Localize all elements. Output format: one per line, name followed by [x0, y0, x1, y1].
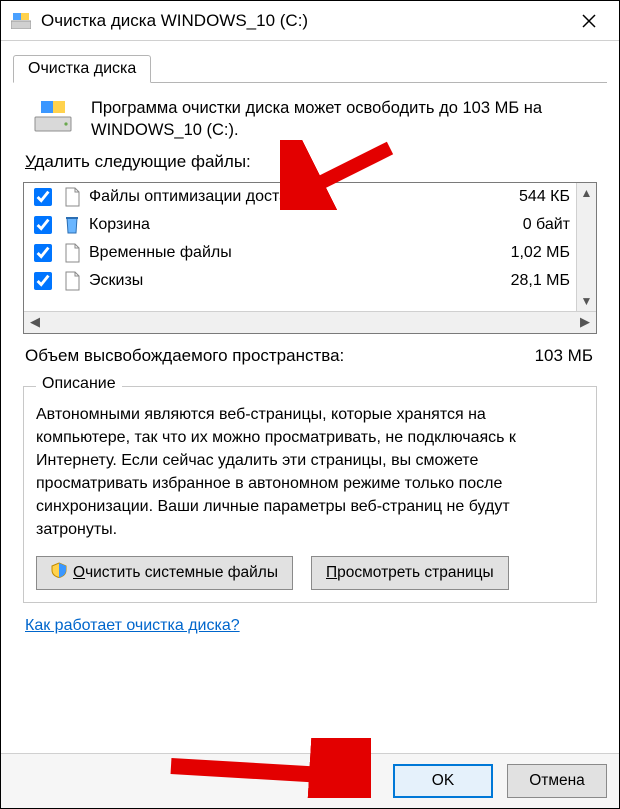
client-area: Очистка диска Программа очистки диска мо…	[1, 41, 619, 808]
shield-icon	[51, 562, 67, 583]
file-row[interactable]: Эскизы 28,1 МБ	[24, 267, 576, 295]
hscroll-track[interactable]	[46, 312, 574, 333]
horizontal-scrollbar[interactable]: ◀ ▶	[24, 311, 596, 333]
vertical-scrollbar[interactable]: ▲ ▼	[576, 183, 596, 311]
view-pages-label: Просмотреть страницы	[326, 564, 494, 582]
how-cleanup-works-link[interactable]: Как работает очистка диска?	[25, 617, 240, 634]
file-checkbox[interactable]	[34, 272, 52, 290]
intro-row: Программа очистки диска может освободить…	[23, 97, 597, 142]
disk-cleanup-dialog: Очистка диска WINDOWS_10 (C:) Очистка ди…	[0, 0, 620, 809]
scroll-up-icon[interactable]: ▲	[577, 183, 596, 203]
cancel-button[interactable]: Отмена	[507, 764, 607, 798]
file-checkbox[interactable]	[34, 244, 52, 262]
scroll-left-icon[interactable]: ◀	[24, 312, 46, 333]
file-size: 0 байт	[492, 216, 570, 234]
file-icon	[63, 187, 81, 207]
file-rows: Файлы оптимизации доставки 544 КБ Корзина 0…	[24, 183, 576, 311]
file-row[interactable]: Временные файлы 1,02 МБ	[24, 239, 576, 267]
file-name: Временные файлы	[89, 244, 484, 262]
files-to-delete-label: Удалить следующие файлы:	[23, 152, 597, 172]
scroll-right-icon[interactable]: ▶	[574, 312, 596, 333]
description-text: Автономными являются веб-страницы, котор…	[36, 403, 584, 542]
file-name: Файлы оптимизации доставки	[89, 188, 484, 206]
scroll-down-icon[interactable]: ▼	[577, 291, 596, 311]
freed-space-label: Объем высвобождаемого пространства:	[25, 346, 344, 366]
help-link-row: Как работает очистка диска?	[23, 613, 597, 635]
clean-system-files-button[interactable]: Очистить системные файлы	[36, 556, 293, 590]
recycle-bin-icon	[63, 215, 81, 235]
file-checkbox[interactable]	[34, 216, 52, 234]
view-pages-button[interactable]: Просмотреть страницы	[311, 556, 509, 590]
close-icon[interactable]	[569, 1, 609, 40]
description-legend: Описание	[36, 375, 122, 393]
dialog-footer: OK Отмена	[1, 753, 619, 808]
freed-space-row: Объем высвобождаемого пространства: 103 …	[23, 344, 597, 370]
tabstrip: Очистка диска	[1, 41, 619, 83]
file-size: 1,02 МБ	[492, 244, 570, 262]
file-size: 28,1 МБ	[492, 272, 570, 290]
vscroll-track[interactable]	[577, 203, 596, 291]
file-size: 544 КБ	[492, 188, 570, 206]
clean-system-files-label: Очистить системные файлы	[73, 564, 278, 582]
ok-button[interactable]: OK	[393, 764, 493, 798]
tab-disk-cleanup[interactable]: Очистка диска	[13, 55, 151, 83]
file-name: Корзина	[89, 216, 484, 234]
file-name: Эскизы	[89, 272, 484, 290]
description-group: Описание Автономными являются веб-страни…	[23, 386, 597, 603]
file-row[interactable]: Корзина 0 байт	[24, 211, 576, 239]
freed-space-value: 103 МБ	[535, 346, 593, 366]
file-row[interactable]: Файлы оптимизации доставки 544 КБ	[24, 183, 576, 211]
file-icon	[63, 271, 81, 291]
files-listbox: Файлы оптимизации доставки 544 КБ Корзина 0…	[23, 182, 597, 334]
intro-text: Программа очистки диска может освободить…	[91, 97, 593, 142]
file-icon	[63, 243, 81, 263]
window-title: Очистка диска WINDOWS_10 (C:)	[41, 11, 569, 31]
description-buttons: Очистить системные файлы Просмотреть стр…	[36, 556, 584, 590]
drive-icon-small	[11, 13, 31, 29]
drive-icon	[33, 97, 73, 142]
tab-body: Программа очистки диска может освободить…	[13, 83, 607, 749]
titlebar: Очистка диска WINDOWS_10 (C:)	[1, 1, 619, 41]
file-checkbox[interactable]	[34, 188, 52, 206]
